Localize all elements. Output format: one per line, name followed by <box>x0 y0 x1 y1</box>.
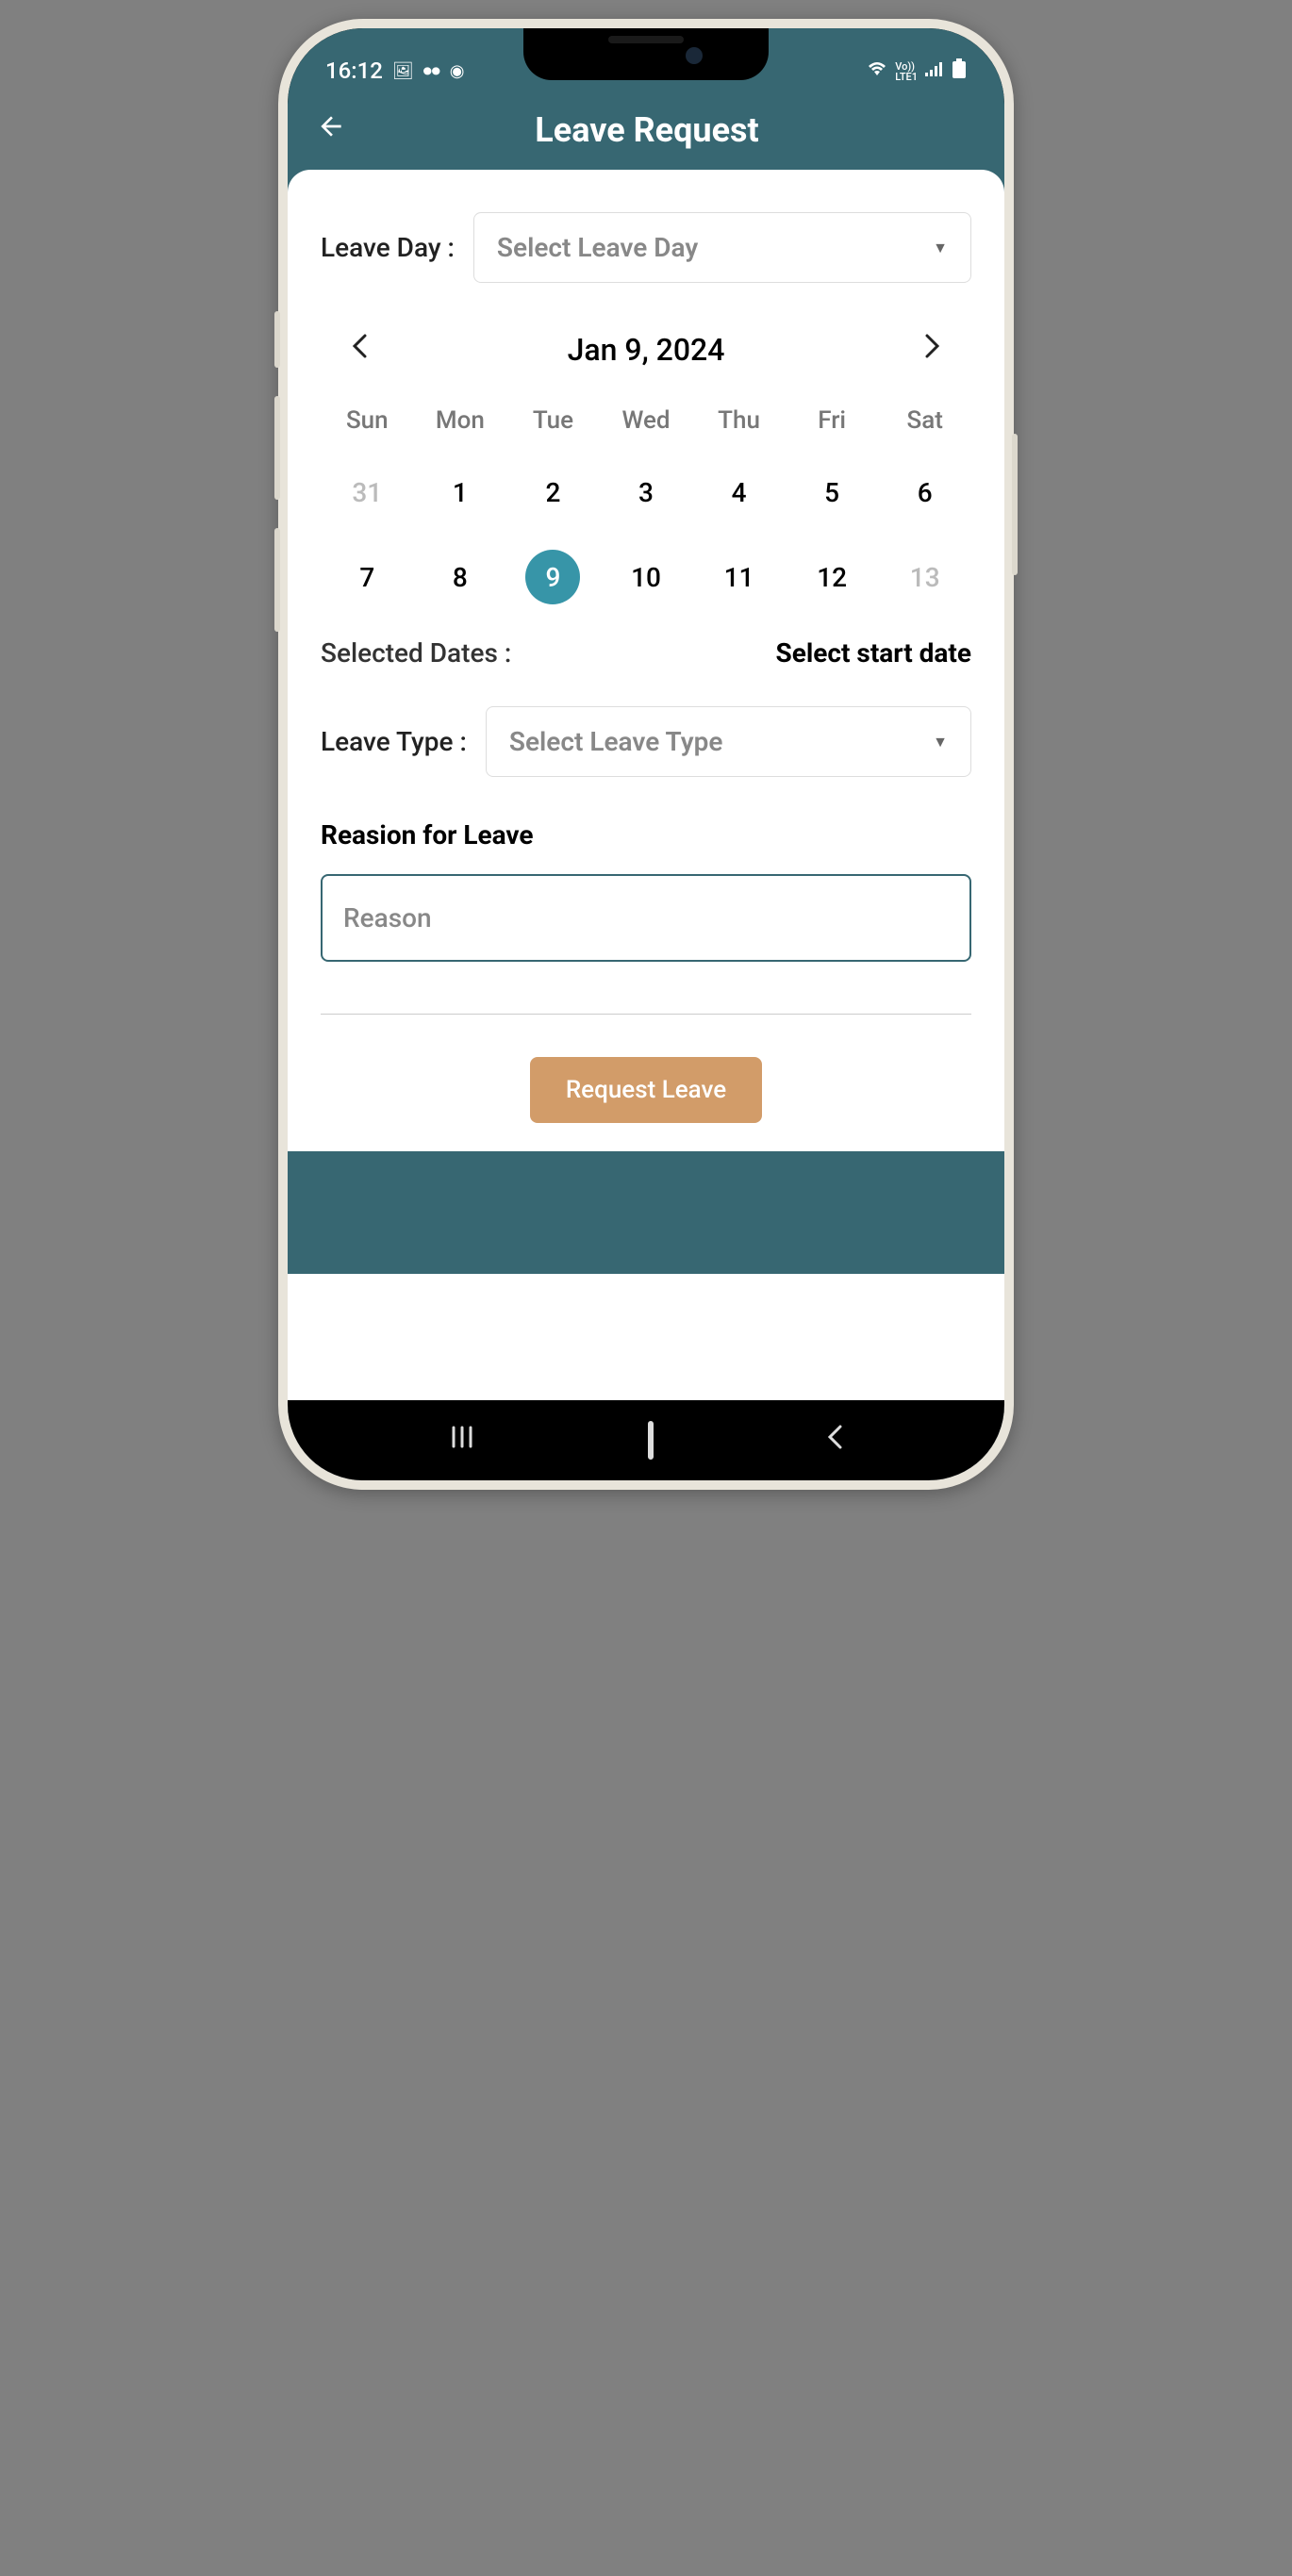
battery-icon <box>952 58 967 84</box>
leave-type-row: Leave Type : Select Leave Type ▼ <box>321 706 971 777</box>
leave-day-row: Leave Day : Select Leave Day ▼ <box>321 212 971 283</box>
reason-label: Reasion for Leave <box>321 819 971 850</box>
calendar-day[interactable]: 10 <box>600 550 693 604</box>
calendar-day[interactable]: 3 <box>600 465 693 520</box>
notch-speaker <box>608 36 684 43</box>
voicemail-icon: ⏺⏺ <box>423 61 440 81</box>
calendar-day[interactable]: 31 <box>321 465 414 520</box>
calendar-dow: Sun <box>321 406 414 435</box>
notch-camera <box>686 47 703 64</box>
calendar-next-button[interactable] <box>918 325 948 373</box>
calendar-dow: Thu <box>692 406 786 435</box>
calendar-day[interactable]: 8 <box>414 550 507 604</box>
calendar-day[interactable]: 1 <box>414 465 507 520</box>
calendar-day[interactable]: 4 <box>692 465 786 520</box>
content-card: Leave Day : Select Leave Day ▼ Jan 9, 20… <box>288 170 1004 1480</box>
phone-inner: 16:12 🖼 ⏺⏺ ◉ Vo))LTE1 <box>288 28 1004 1480</box>
submit-row: Request Leave <box>321 1057 971 1123</box>
calendar-dow: Sat <box>878 406 971 435</box>
reason-input[interactable] <box>321 874 971 962</box>
volte-indicator: Vo))LTE1 <box>895 61 918 82</box>
signal-icon <box>925 61 944 81</box>
calendar-grid: SunMonTueWedThuFriSat3112345678910111213 <box>321 406 971 604</box>
calendar-day[interactable]: 9 <box>506 550 600 604</box>
calendar-day[interactable]: 13 <box>878 550 971 604</box>
selected-dates-row: Selected Dates : Select start date <box>321 637 971 669</box>
page-title: Leave Request <box>356 110 938 150</box>
status-right: Vo))LTE1 <box>867 58 967 84</box>
leave-type-select[interactable]: Select Leave Type ▼ <box>486 706 971 777</box>
request-leave-button[interactable]: Request Leave <box>530 1057 762 1123</box>
app-icon: ◉ <box>450 61 465 81</box>
calendar-title: Jan 9, 2024 <box>568 332 725 368</box>
divider <box>321 1014 971 1015</box>
calendar: Jan 9, 2024 SunMonTueWedThuFriSat3112345… <box>321 325 971 604</box>
status-left: 16:12 🖼 ⏺⏺ ◉ <box>325 58 464 84</box>
image-icon: 🖼 <box>392 61 414 81</box>
calendar-dow: Wed <box>600 406 693 435</box>
calendar-dow: Fri <box>786 406 879 435</box>
phone-frame: 16:12 🖼 ⏺⏺ ◉ Vo))LTE1 <box>278 19 1014 1490</box>
leave-type-label: Leave Type : <box>321 726 467 757</box>
calendar-day[interactable]: 5 <box>786 465 879 520</box>
selected-dates-value: Select start date <box>776 637 971 669</box>
nav-back-button[interactable] <box>826 1424 843 1458</box>
calendar-dow: Mon <box>414 406 507 435</box>
calendar-day[interactable]: 2 <box>506 465 600 520</box>
nav-home-button[interactable] <box>648 1424 654 1457</box>
side-button <box>274 528 280 632</box>
wifi-icon <box>867 60 887 82</box>
phone-notch <box>523 28 769 80</box>
back-button[interactable] <box>306 101 356 159</box>
chevron-down-icon: ▼ <box>933 733 948 751</box>
calendar-day[interactable]: 7 <box>321 550 414 604</box>
status-time: 16:12 <box>325 58 383 84</box>
system-nav-bar <box>288 1400 1004 1480</box>
side-button <box>1012 434 1018 575</box>
selected-dates-label: Selected Dates : <box>321 637 511 669</box>
leave-day-placeholder: Select Leave Day <box>497 232 698 263</box>
chevron-down-icon: ▼ <box>933 239 948 257</box>
calendar-header: Jan 9, 2024 <box>321 325 971 373</box>
calendar-day[interactable]: 11 <box>692 550 786 604</box>
calendar-dow: Tue <box>506 406 600 435</box>
side-button <box>274 311 280 368</box>
leave-day-label: Leave Day : <box>321 232 455 263</box>
bottom-spacer <box>288 1151 1004 1274</box>
nav-recents-button[interactable] <box>449 1424 475 1458</box>
app-header: Leave Request <box>288 90 1004 170</box>
leave-day-select[interactable]: Select Leave Day ▼ <box>473 212 971 283</box>
side-button <box>274 396 280 500</box>
screen: 16:12 🖼 ⏺⏺ ◉ Vo))LTE1 <box>288 28 1004 1480</box>
leave-type-placeholder: Select Leave Type <box>509 726 723 757</box>
calendar-prev-button[interactable] <box>344 325 374 373</box>
calendar-day[interactable]: 6 <box>878 465 971 520</box>
calendar-day[interactable]: 12 <box>786 550 879 604</box>
